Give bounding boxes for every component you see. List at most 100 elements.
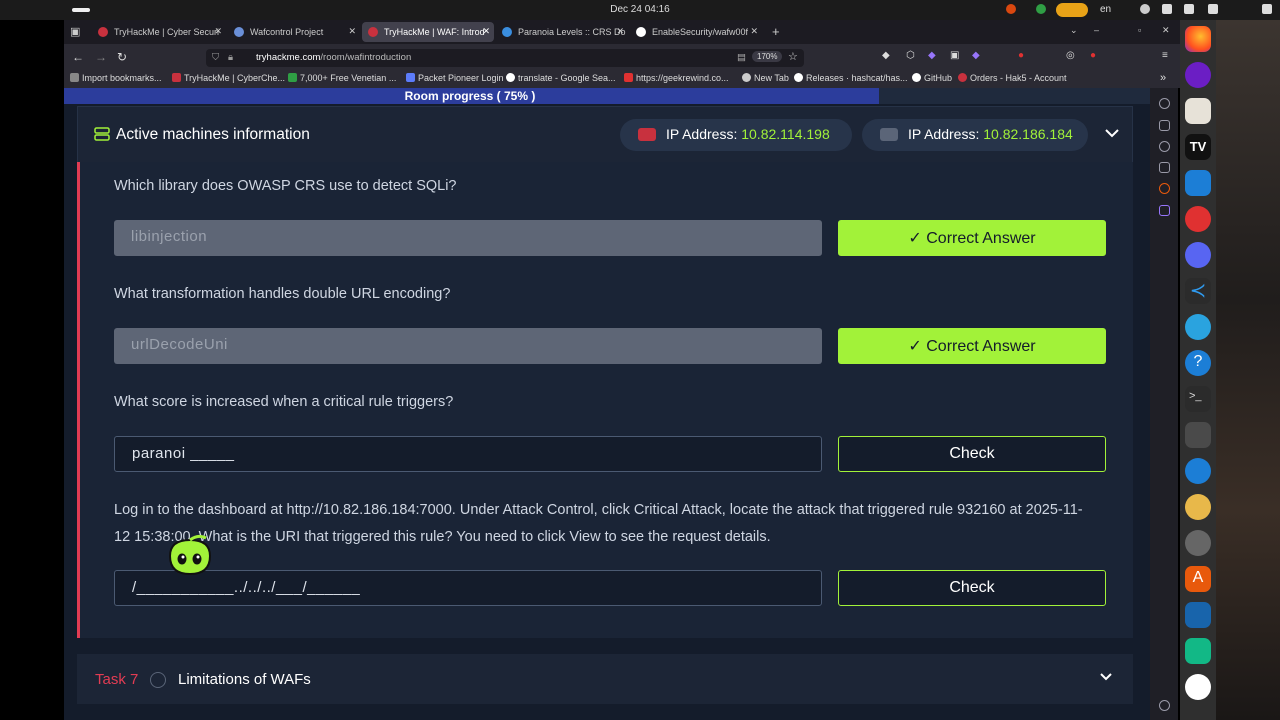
bookmark-item[interactable]: TryHackMe | CyberChe... bbox=[172, 73, 285, 83]
reload-icon[interactable]: ↻ bbox=[117, 50, 127, 64]
new-tab-button[interactable]: + bbox=[772, 24, 780, 39]
tab-overview-icon[interactable]: ▣ bbox=[70, 25, 80, 38]
close-tab-icon[interactable]: ✕ bbox=[616, 26, 624, 37]
telegram-app-icon[interactable] bbox=[1185, 314, 1211, 340]
wifi-icon[interactable] bbox=[1162, 4, 1172, 14]
back-arrow-icon[interactable]: ← bbox=[72, 50, 84, 64]
answer-input[interactable]: /___________../../../___/______ bbox=[114, 570, 822, 606]
files-app-icon[interactable] bbox=[1185, 98, 1211, 124]
task-questions-panel: Which library does OWASP CRS use to dete… bbox=[77, 162, 1133, 638]
help-app-icon[interactable]: ? bbox=[1185, 350, 1211, 376]
zoom-level-badge[interactable]: 170% bbox=[752, 51, 783, 62]
extension-icon[interactable] bbox=[1159, 205, 1170, 216]
extension-icon[interactable]: ◎ bbox=[1066, 50, 1075, 61]
extension-icon[interactable]: ⬡ bbox=[906, 50, 915, 61]
maximize-window-icon[interactable]: ▫ bbox=[1138, 25, 1141, 35]
ip-address-pill-attack-box[interactable]: IP Address: 10.82.186.184 bbox=[862, 119, 1088, 151]
vscode-app-icon[interactable]: ≺ bbox=[1185, 278, 1211, 304]
task-7-header[interactable]: Task 7 Limitations of WAFs bbox=[77, 654, 1133, 704]
system-clock[interactable]: Dec 24 04:16 bbox=[580, 4, 700, 15]
extension-icon[interactable]: ● bbox=[1090, 50, 1096, 61]
forward-arrow-icon[interactable]: → bbox=[95, 50, 107, 64]
check-button[interactable]: Check bbox=[838, 570, 1106, 606]
bookmark-item[interactable]: https://geekrewind.co... bbox=[624, 73, 729, 83]
extension-icon[interactable]: ◆ bbox=[928, 50, 936, 61]
close-tab-icon[interactable]: ✕ bbox=[348, 26, 356, 37]
shield-icon[interactable]: ⛉ bbox=[212, 52, 219, 63]
bookmarks-star-icon[interactable] bbox=[1159, 162, 1170, 173]
extension-icon[interactable]: ◆ bbox=[972, 50, 980, 61]
bookmark-item[interactable]: 7,000+ Free Venetian ... bbox=[288, 73, 396, 83]
ip-address-pill-target[interactable]: IP Address: 10.82.114.198 bbox=[620, 119, 852, 151]
extension-icon[interactable]: ● bbox=[1018, 50, 1024, 61]
close-tab-icon[interactable]: ✕ bbox=[214, 26, 222, 37]
app-icon[interactable] bbox=[1185, 422, 1211, 448]
show-apps-icon[interactable] bbox=[1185, 674, 1211, 700]
history-icon[interactable] bbox=[1159, 141, 1170, 152]
rhythmbox-app-icon[interactable] bbox=[1185, 494, 1211, 520]
bookmark-item[interactable]: translate - Google Sea... bbox=[506, 73, 616, 83]
recording-indicator[interactable] bbox=[1056, 3, 1088, 17]
app-icon[interactable] bbox=[1185, 206, 1211, 232]
bookmark-favicon-icon bbox=[742, 73, 751, 82]
thunderbird-app-icon[interactable] bbox=[1185, 458, 1211, 484]
tray-icon[interactable] bbox=[1006, 4, 1016, 14]
power-icon[interactable] bbox=[1262, 4, 1272, 14]
shield-icon[interactable] bbox=[1036, 4, 1046, 14]
activities-button[interactable] bbox=[72, 8, 90, 12]
chevron-down-icon[interactable] bbox=[1099, 668, 1113, 686]
url-bar[interactable]: ⛉ 🔒︎ tryhackme.com/room/wafintroduction … bbox=[206, 49, 804, 67]
bookmark-item[interactable]: GitHub bbox=[912, 73, 952, 83]
extension-icon[interactable]: ▣ bbox=[950, 50, 959, 61]
app-icon[interactable] bbox=[1185, 638, 1211, 664]
browser-tab[interactable]: Paranoia Levels :: CRS Do ✕ bbox=[496, 22, 628, 42]
browser-tab-active[interactable]: TryHackMe | WAF: Introd ✕ bbox=[362, 22, 494, 42]
bookmark-star-icon[interactable]: ☆ bbox=[788, 50, 798, 63]
volume-icon[interactable] bbox=[1184, 4, 1194, 14]
tab-list-chevron-icon[interactable]: ⌄ bbox=[1070, 25, 1078, 36]
tor-browser-app-icon[interactable] bbox=[1185, 62, 1211, 88]
language-indicator[interactable]: en bbox=[1100, 4, 1111, 15]
tab-label: TryHackMe | WAF: Introd bbox=[384, 27, 485, 37]
url-path: /room/wafintroduction bbox=[320, 52, 412, 63]
software-center-app-icon[interactable]: A bbox=[1185, 566, 1211, 592]
accessibility-icon[interactable] bbox=[1140, 4, 1150, 14]
settings-icon[interactable] bbox=[1159, 98, 1170, 109]
wireshark-app-icon[interactable] bbox=[1185, 602, 1211, 628]
bookmark-item[interactable]: Packet Pioneer Login bbox=[406, 73, 504, 83]
tradingview-app-icon[interactable]: TV bbox=[1185, 134, 1211, 160]
close-tab-icon[interactable]: ✕ bbox=[482, 26, 490, 37]
extension-icon[interactable]: ◆ bbox=[882, 50, 890, 61]
answer-input[interactable]: paranoi _____ bbox=[114, 436, 822, 472]
more-bookmarks-icon[interactable]: » bbox=[1160, 72, 1166, 84]
app-icon[interactable] bbox=[1185, 530, 1211, 556]
check-button[interactable]: Check bbox=[838, 436, 1106, 472]
bookmark-item[interactable]: New Tab bbox=[742, 73, 789, 83]
browser-tab[interactable]: EnableSecurity/wafw00f ✕ bbox=[630, 22, 762, 42]
document-app-icon[interactable] bbox=[1185, 170, 1211, 196]
reader-view-icon[interactable]: ▤ bbox=[737, 52, 746, 63]
tab-label: Paranoia Levels :: CRS Do bbox=[518, 27, 626, 37]
terminal-app-icon[interactable]: >_ bbox=[1185, 386, 1211, 412]
browser-tab[interactable]: TryHackMe | Cyber Securi ✕ bbox=[92, 22, 226, 42]
bookmark-item[interactable]: Import bookmarks... bbox=[70, 73, 162, 83]
firefox-app-icon[interactable] bbox=[1185, 26, 1211, 52]
close-window-icon[interactable]: ✕ bbox=[1162, 25, 1170, 36]
bookmark-item[interactable]: Orders - Hak5 - Account bbox=[958, 73, 1067, 83]
tab-label: Wafcontrol Project bbox=[250, 27, 324, 37]
tab-label: EnableSecurity/wafw00f bbox=[652, 27, 749, 37]
browser-tab[interactable]: Wafcontrol Project ✕ bbox=[228, 22, 360, 42]
lock-icon[interactable]: 🔒︎ bbox=[228, 52, 233, 63]
chevron-down-icon[interactable] bbox=[1104, 125, 1120, 143]
extension-icon[interactable] bbox=[1159, 183, 1170, 194]
discord-app-icon[interactable] bbox=[1185, 242, 1211, 268]
menu-icon[interactable]: ≡ bbox=[1162, 50, 1168, 61]
customize-sidebar-icon[interactable] bbox=[1159, 700, 1170, 711]
question-text: Which library does OWASP CRS use to dete… bbox=[114, 178, 457, 194]
battery-icon[interactable] bbox=[1208, 4, 1218, 14]
close-tab-icon[interactable]: ✕ bbox=[750, 26, 758, 37]
bookmark-item[interactable]: Releases · hashcat/has... bbox=[794, 73, 908, 83]
tabs-icon[interactable] bbox=[1159, 120, 1170, 131]
active-machines-panel[interactable]: Active machines information IP Address: … bbox=[77, 106, 1133, 164]
minimize-window-icon[interactable]: – bbox=[1094, 25, 1099, 35]
